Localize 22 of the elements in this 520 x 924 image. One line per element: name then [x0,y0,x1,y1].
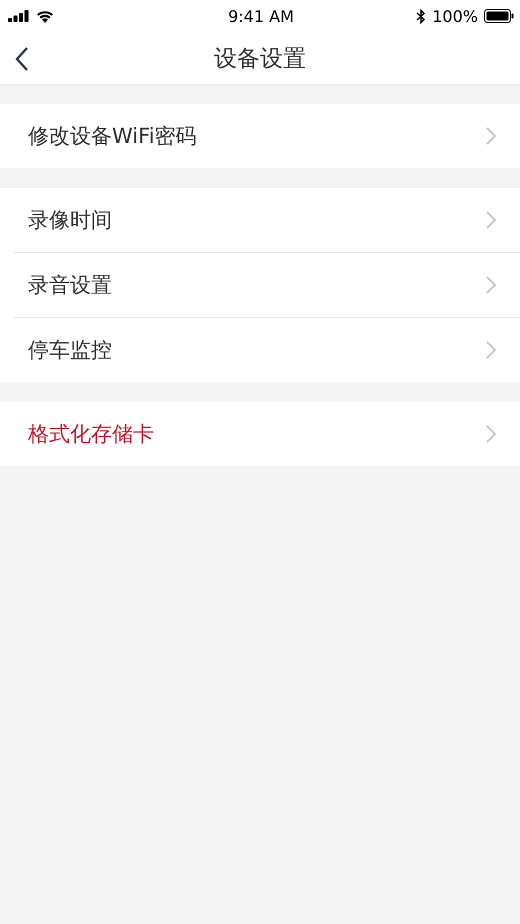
row-label: 格式化存储卡 [27,421,154,448]
settings-row[interactable]: 录像时间 [14,188,520,252]
page-title: 设备设置 [214,44,306,74]
status-time: 9:41 AM [228,6,294,26]
row-label: 录音设置 [27,272,112,299]
battery-percent: 100% [432,6,478,26]
battery-icon [484,9,514,23]
row-label: 录像时间 [27,207,112,234]
bluetooth-icon [416,8,426,24]
settings-row[interactable]: 修改设备WiFi密码 [14,104,520,168]
wifi-icon [36,10,54,22]
settings-row[interactable]: 格式化存储卡 [14,402,520,466]
chevron-icon [486,211,496,229]
row-label: 修改设备WiFi密码 [27,123,197,150]
chevron-icon [486,127,496,145]
settings-row[interactable]: 停车监控 [14,317,520,382]
settings-row[interactable]: 录音设置 [14,252,520,317]
signal-icon [8,10,30,22]
chevron-icon [486,425,496,443]
chevron-icon [486,276,496,294]
row-label: 停车监控 [27,337,112,364]
chevron-icon [486,341,496,359]
